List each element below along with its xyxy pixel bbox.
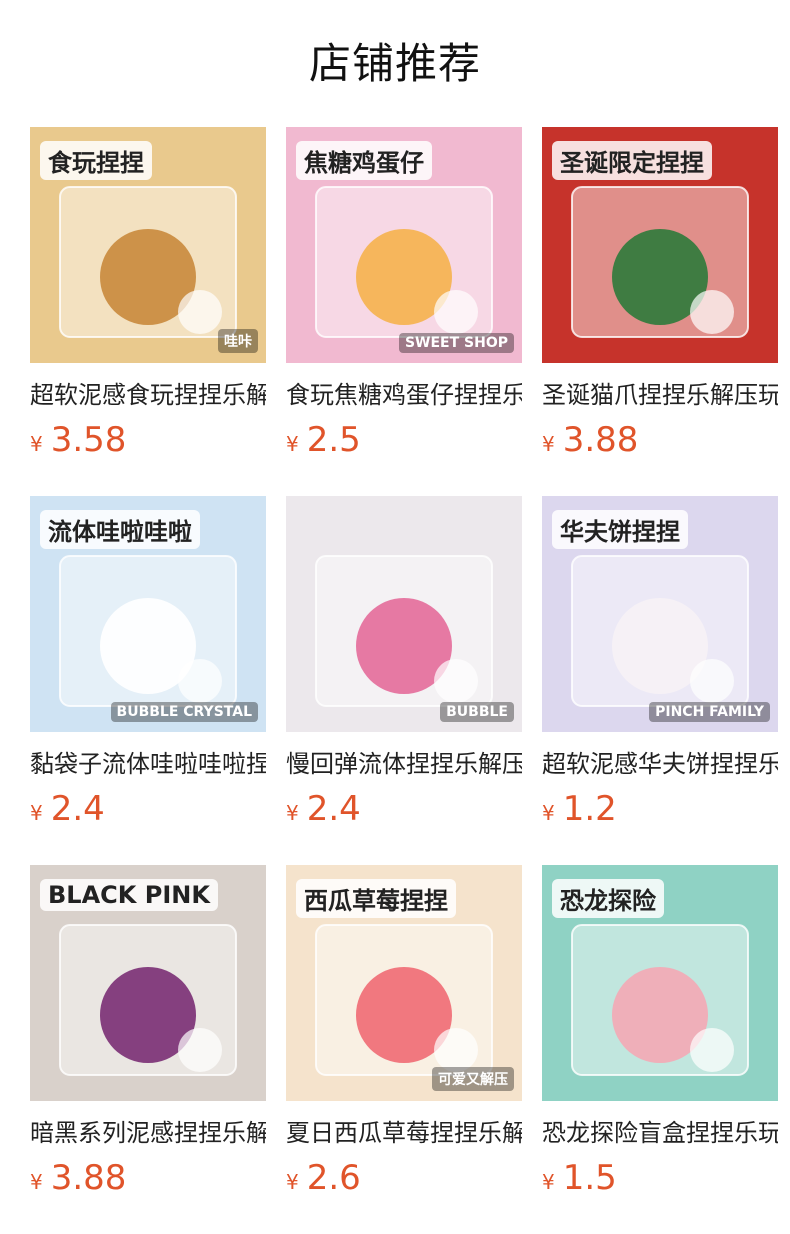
product-title[interactable]: 超软泥感食玩捏捏乐解压 [30,380,266,410]
product-card[interactable]: 恐龙探险恐龙探险盲盒捏捏乐玩具 ¥1.5 [542,865,778,1234]
product-price: ¥3.58 [30,420,266,460]
product-price: ¥2.6 [286,1158,522,1198]
product-image[interactable]: 焦糖鸡蛋仔 SWEET SHOP [286,127,522,363]
product-title[interactable]: 恐龙探险盲盒捏捏乐玩具 [542,1118,778,1148]
product-card[interactable]: 食玩捏捏哇咔超软泥感食玩捏捏乐解压 ¥3.58 [30,127,266,496]
product-image[interactable]: BLACK PINK [30,865,266,1101]
price-value: 2.4 [50,789,105,829]
currency-symbol: ¥ [286,1170,299,1194]
product-card[interactable]: BLACK PINK 暗黑系列泥感捏捏乐解压 ¥3.88 [30,865,266,1234]
price-value: 1.2 [562,789,617,829]
image-corner-text: BUBBLE CRYSTAL [110,702,258,722]
currency-symbol: ¥ [30,432,43,456]
price-value: 2.4 [306,789,361,829]
currency-symbol: ¥ [542,432,555,456]
product-price: ¥3.88 [30,1158,266,1198]
section-header: 店铺推荐 [0,0,790,120]
product-price: ¥2.4 [30,789,266,829]
image-corner-text: BUBBLE [440,702,514,722]
product-price: ¥2.5 [286,420,522,460]
product-title[interactable]: 慢回弹流体捏捏乐解压 [286,749,522,779]
product-image[interactable]: 食玩捏捏哇咔 [30,127,266,363]
image-overlay-text: 食玩捏捏 [40,141,152,180]
currency-symbol: ¥ [286,432,299,456]
product-title[interactable]: 夏日西瓜草莓捏捏乐解压 [286,1118,522,1148]
price-value: 2.6 [306,1158,361,1198]
product-image[interactable]: 华夫饼捏捏 PINCH FAMILY [542,496,778,732]
image-overlay-text: BLACK PINK [40,879,218,911]
image-corner-text: PINCH FAMILY [649,702,770,722]
price-value: 3.58 [50,420,127,460]
product-price: ¥1.5 [542,1158,778,1198]
image-overlay-text: 流体哇啦哇啦 [40,510,200,549]
product-price: ¥3.88 [542,420,778,460]
product-card[interactable]: BUBBLE 慢回弹流体捏捏乐解压 ¥2.4 [286,496,522,865]
currency-symbol: ¥ [30,801,43,825]
product-card[interactable]: 圣诞限定捏捏圣诞猫爪捏捏乐解压玩具 ¥3.88 [542,127,778,496]
product-title[interactable]: 暗黑系列泥感捏捏乐解压 [30,1118,266,1148]
currency-symbol: ¥ [542,1170,555,1194]
product-card[interactable]: 焦糖鸡蛋仔 SWEET SHOP 食玩焦糖鸡蛋仔捏捏乐 ¥2.5 [286,127,522,496]
product-image[interactable]: BUBBLE [286,496,522,732]
product-image[interactable]: 流体哇啦哇啦 BUBBLE CRYSTAL [30,496,266,732]
image-overlay-text: 西瓜草莓捏捏 [296,879,456,918]
image-overlay-text: 华夫饼捏捏 [552,510,688,549]
image-corner-text: SWEET SHOP [398,333,514,353]
price-value: 3.88 [50,1158,127,1198]
product-grid: 食玩捏捏哇咔超软泥感食玩捏捏乐解压 ¥3.58 焦糖鸡蛋仔 SWEET SHOP 食玩焦… [30,127,780,1234]
product-image[interactable]: 圣诞限定捏捏 [542,127,778,363]
image-corner-text: 哇咔 [218,329,258,353]
product-title[interactable]: 食玩焦糖鸡蛋仔捏捏乐 [286,380,522,410]
currency-symbol: ¥ [286,801,299,825]
currency-symbol: ¥ [542,801,555,825]
price-value: 2.5 [306,420,361,460]
image-corner-text: 可爱又解压 [432,1067,514,1091]
product-title[interactable]: 超软泥感华夫饼捏捏乐 [542,749,778,779]
image-overlay-text: 恐龙探险 [552,879,664,918]
product-image[interactable]: 恐龙探险 [542,865,778,1101]
product-image[interactable]: 西瓜草莓捏捏可爱又解压 [286,865,522,1101]
product-price: ¥2.4 [286,789,522,829]
product-price: ¥1.2 [542,789,778,829]
product-title[interactable]: 圣诞猫爪捏捏乐解压玩具 [542,380,778,410]
product-title[interactable]: 黏袋子流体哇啦哇啦捏捏 [30,749,266,779]
product-card[interactable]: 西瓜草莓捏捏可爱又解压夏日西瓜草莓捏捏乐解压 ¥2.6 [286,865,522,1234]
section-title: 店铺推荐 [308,38,481,88]
currency-symbol: ¥ [30,1170,43,1194]
price-value: 1.5 [562,1158,617,1198]
image-overlay-text: 圣诞限定捏捏 [552,141,712,180]
product-card[interactable]: 华夫饼捏捏 PINCH FAMILY 超软泥感华夫饼捏捏乐 ¥1.2 [542,496,778,865]
image-overlay-text: 焦糖鸡蛋仔 [296,141,432,180]
price-value: 3.88 [562,420,639,460]
product-card[interactable]: 流体哇啦哇啦 BUBBLE CRYSTAL 黏袋子流体哇啦哇啦捏捏 ¥2.4 [30,496,266,865]
